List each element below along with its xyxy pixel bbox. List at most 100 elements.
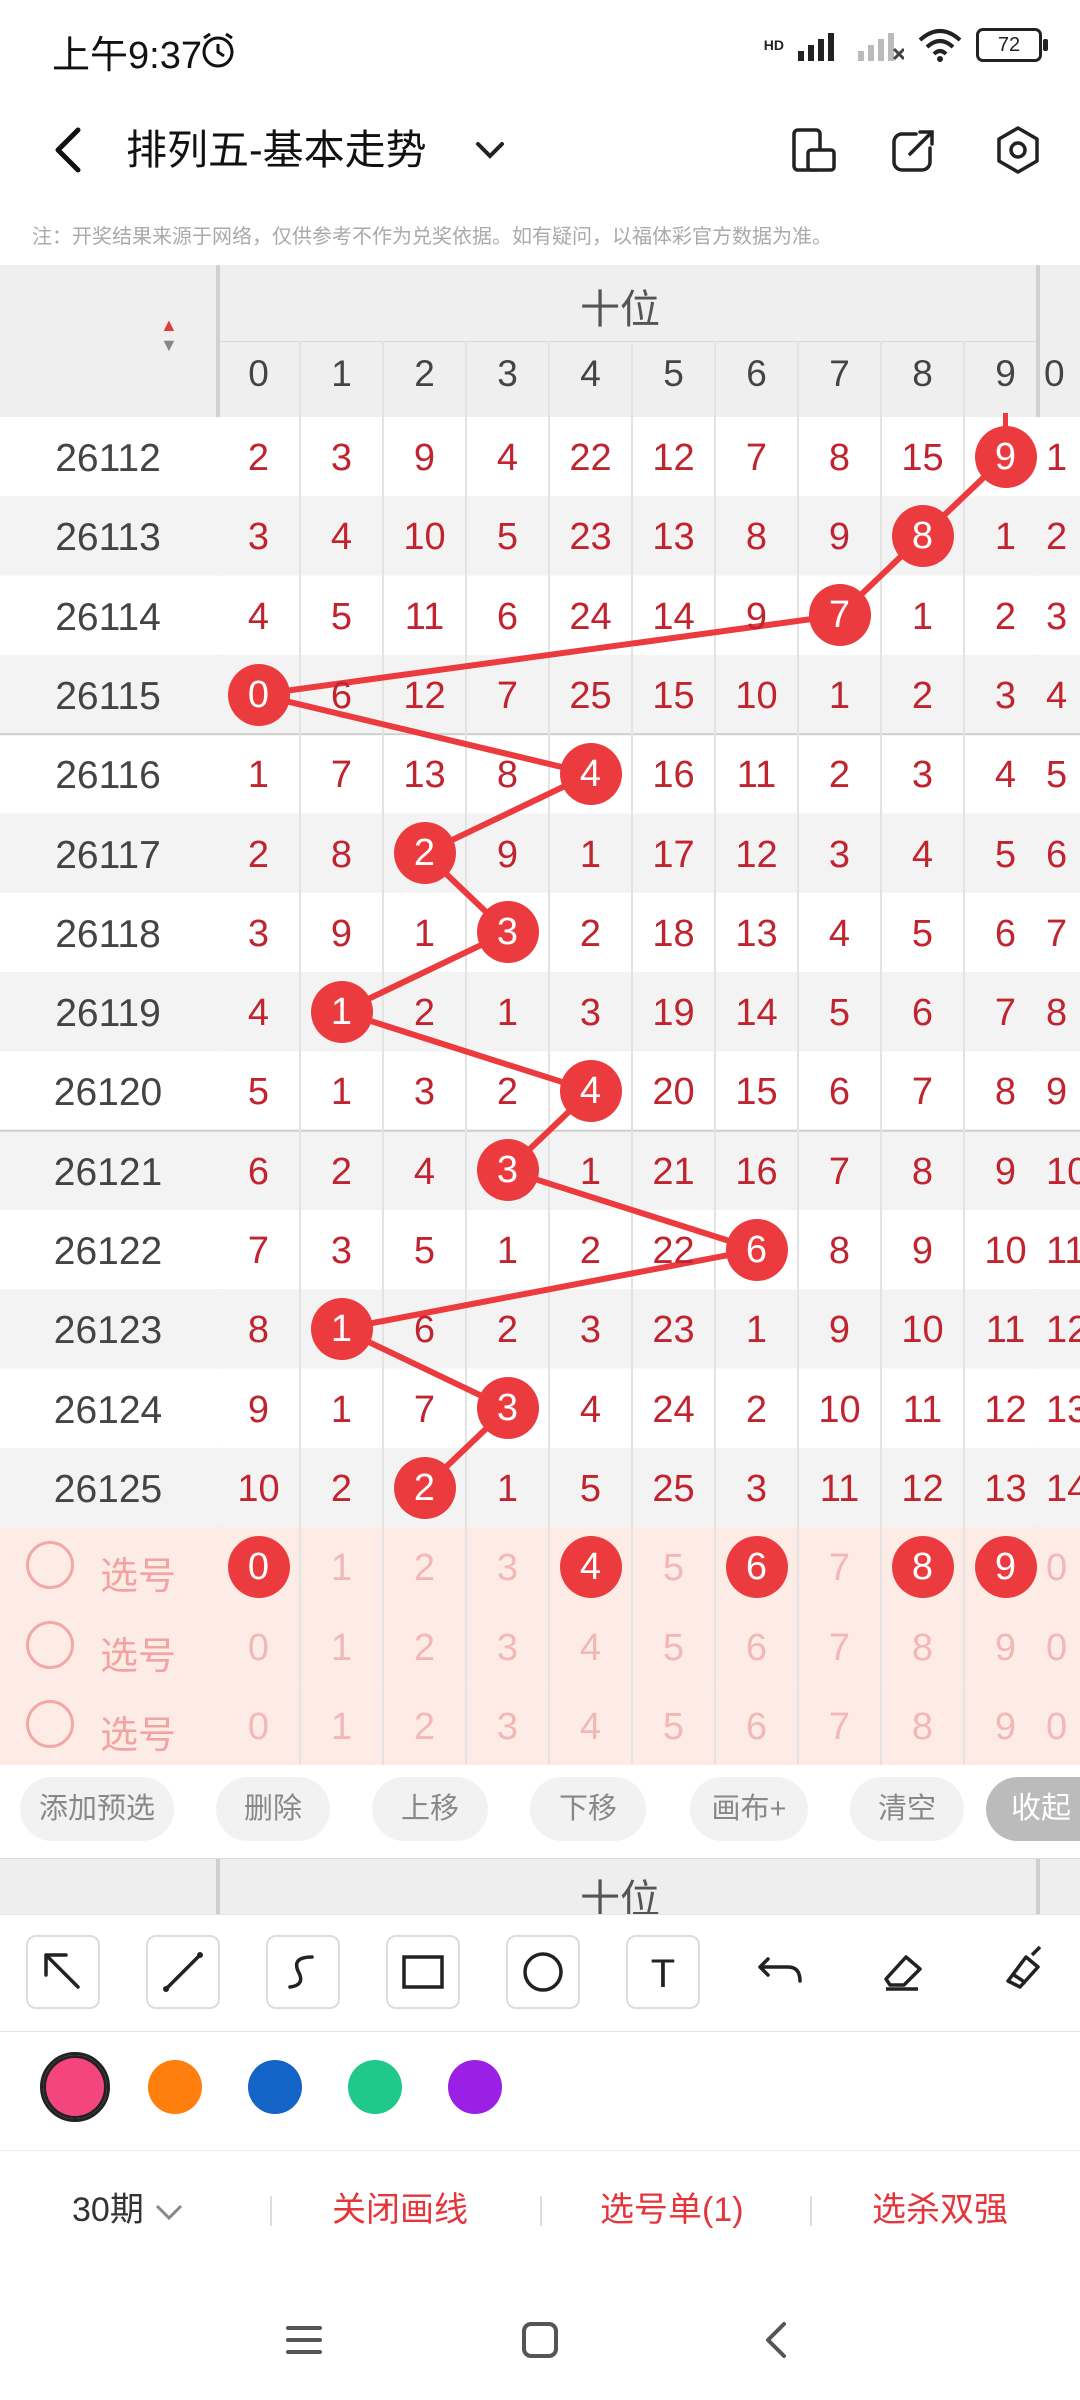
- color-swatch[interactable]: [448, 2060, 502, 2114]
- selectable-number[interactable]: 5: [644, 1706, 704, 1749]
- rectangle-icon[interactable]: [386, 1935, 460, 2009]
- kill-strong-button[interactable]: 选杀双强: [872, 2180, 1008, 2240]
- collapse-button[interactable]: 收起: [986, 1777, 1080, 1841]
- alarm-icon: [202, 32, 234, 68]
- switch-view-icon[interactable]: [786, 122, 842, 178]
- selected-number-ball[interactable]: 0: [227, 1535, 290, 1598]
- color-swatch[interactable]: [148, 2060, 202, 2114]
- selectable-number[interactable]: 8: [893, 1627, 953, 1670]
- selectable-number[interactable]: 2: [395, 1627, 455, 1670]
- svg-text:T: T: [651, 1952, 675, 1996]
- action-button[interactable]: 添加预选: [20, 1777, 174, 1841]
- home-nav-icon[interactable]: [510, 2310, 570, 2370]
- miss-count: 8: [911, 1150, 934, 1193]
- next-column-select[interactable]: 0: [1046, 1706, 1080, 1749]
- issue-number: 26114: [55, 595, 161, 639]
- selectable-number[interactable]: 7: [810, 1627, 870, 1670]
- miss-count: 1: [496, 992, 519, 1035]
- column-grid-line: [299, 341, 301, 1765]
- digit-header: 7: [829, 353, 850, 394]
- select-radio[interactable]: [26, 1541, 74, 1590]
- selectable-number[interactable]: 4: [561, 1706, 621, 1749]
- arrow-icon[interactable]: [26, 1935, 100, 2009]
- selectable-number[interactable]: 3: [478, 1627, 538, 1670]
- select-radio[interactable]: [26, 1620, 74, 1669]
- miss-count: 11: [902, 1388, 943, 1431]
- undo-icon[interactable]: [746, 1935, 816, 2005]
- action-button[interactable]: 上移: [372, 1777, 488, 1841]
- selectable-number[interactable]: 9: [976, 1627, 1036, 1670]
- circle-icon[interactable]: [506, 1935, 580, 2009]
- miss-count: 2: [828, 754, 851, 797]
- next-column-value: 7: [1046, 912, 1068, 955]
- next-column-value: 2: [1046, 516, 1068, 559]
- miss-count: 8: [330, 833, 353, 876]
- color-swatch[interactable]: [348, 2060, 402, 2114]
- text-icon[interactable]: T: [626, 1935, 700, 2009]
- action-button[interactable]: 清空: [850, 1777, 964, 1841]
- next-column-value: 3: [1046, 595, 1068, 638]
- line-icon[interactable]: [146, 1935, 220, 2009]
- back-nav-icon[interactable]: [746, 2310, 806, 2370]
- selected-number-ball[interactable]: 6: [725, 1535, 788, 1598]
- action-button[interactable]: 下移: [530, 1777, 646, 1841]
- action-button[interactable]: 画布+: [690, 1777, 808, 1841]
- next-column-select[interactable]: 0: [1046, 1627, 1080, 1670]
- selectable-number[interactable]: 3: [478, 1706, 538, 1749]
- digit-header: 2: [414, 353, 435, 394]
- selectable-number[interactable]: 5: [644, 1547, 704, 1590]
- close-line-button[interactable]: 关闭画线: [332, 2180, 468, 2240]
- selectable-number[interactable]: 6: [727, 1627, 787, 1670]
- chevron-down-icon[interactable]: [468, 128, 512, 172]
- share-icon[interactable]: [886, 122, 942, 178]
- selectable-number[interactable]: 3: [478, 1547, 538, 1590]
- selection-list-button[interactable]: 选号单(1): [600, 2180, 744, 2240]
- color-swatch[interactable]: [40, 2052, 110, 2122]
- selectable-number[interactable]: 7: [810, 1547, 870, 1590]
- selectable-number[interactable]: 0: [229, 1627, 289, 1670]
- selected-number-ball[interactable]: 4: [559, 1535, 622, 1598]
- selectable-number[interactable]: 0: [229, 1706, 289, 1749]
- color-swatch[interactable]: [248, 2060, 302, 2114]
- miss-count: 1: [745, 1309, 768, 1352]
- period-selector[interactable]: 30期: [72, 2180, 185, 2240]
- status-bar: 上午9:37 HD 72: [0, 0, 1080, 96]
- miss-count: 10: [901, 1309, 944, 1352]
- selectable-number[interactable]: 6: [727, 1706, 787, 1749]
- miss-count: 24: [569, 595, 612, 638]
- miss-count: 10: [818, 1388, 861, 1431]
- miss-count: 1: [994, 516, 1017, 559]
- menu-nav-icon[interactable]: [274, 2310, 334, 2370]
- action-button[interactable]: 删除: [216, 1777, 330, 1841]
- next-column-select[interactable]: 0: [1046, 1547, 1080, 1590]
- selected-number-ball[interactable]: 8: [891, 1535, 954, 1598]
- miss-count: 14: [735, 992, 778, 1035]
- selectable-number[interactable]: 8: [893, 1706, 953, 1749]
- selectable-number[interactable]: 2: [395, 1547, 455, 1590]
- settings-icon[interactable]: [990, 122, 1046, 178]
- selectable-number[interactable]: 5: [644, 1627, 704, 1670]
- selectable-number[interactable]: 7: [810, 1706, 870, 1749]
- selectable-number[interactable]: 1: [312, 1627, 372, 1670]
- back-button[interactable]: [40, 118, 100, 182]
- clear-brush-icon[interactable]: [986, 1935, 1056, 2005]
- sort-icon-down[interactable]: ▼: [160, 335, 178, 356]
- eraser-icon[interactable]: [866, 1935, 936, 2005]
- curve-icon[interactable]: [266, 1935, 340, 2009]
- selectable-number[interactable]: 1: [312, 1547, 372, 1590]
- selectable-number[interactable]: 9: [976, 1706, 1036, 1749]
- selectable-number[interactable]: 2: [395, 1706, 455, 1749]
- selectable-number[interactable]: 4: [561, 1627, 621, 1670]
- miss-count: 13: [984, 1467, 1027, 1510]
- select-radio[interactable]: [26, 1699, 74, 1748]
- miss-count: 2: [994, 595, 1017, 638]
- issue-number: 26118: [55, 912, 161, 956]
- page-title[interactable]: 排列五-基本走势: [126, 118, 427, 182]
- sort-icon[interactable]: ▲: [160, 315, 178, 336]
- miss-count: 3: [994, 674, 1017, 717]
- miss-count: 7: [496, 674, 519, 717]
- selected-number-ball[interactable]: 9: [974, 1535, 1037, 1598]
- selectable-number[interactable]: 1: [312, 1706, 372, 1749]
- group-label: 十位: [580, 288, 660, 332]
- miss-count: 1: [579, 833, 602, 876]
